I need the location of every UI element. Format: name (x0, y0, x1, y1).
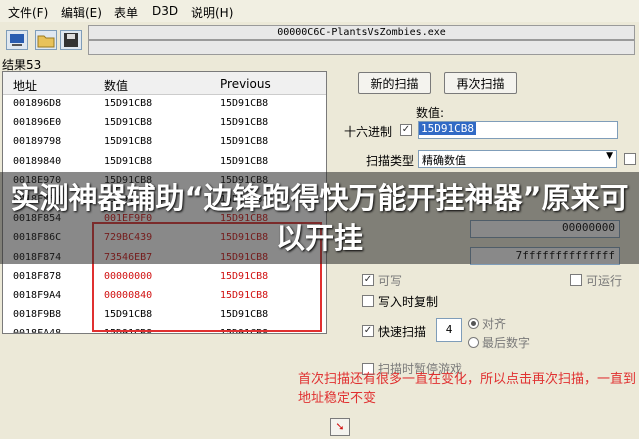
row-value: 15D91CB8 (104, 136, 153, 148)
arrow-icon: ➘ (335, 420, 345, 433)
save-button[interactable] (60, 30, 82, 50)
value-input[interactable]: 15D91CB8 (418, 121, 618, 139)
table-row[interactable]: 001896D8 15D91CB8 15D91CB8 (3, 95, 326, 114)
scan-type-label: 扫描类型 (366, 154, 415, 168)
menu-help[interactable]: 说明(H) (191, 4, 233, 21)
next-scan-button[interactable]: 再次扫描 (444, 72, 517, 94)
folder-icon (37, 35, 55, 48)
value-label: 数值: (416, 106, 445, 120)
row-address: 0018F878 (13, 270, 62, 282)
menu-edit[interactable]: 编辑(E) (61, 4, 102, 21)
row-address: 0018F9A4 (13, 290, 62, 301)
chevron-down-icon: ▼ (606, 151, 613, 161)
row-address: 0018F9B8 (13, 309, 62, 321)
writable-checkbox[interactable]: ✓ (362, 274, 374, 286)
scan-progress-bar (88, 40, 635, 55)
list-header: 地址 数值 Previous (3, 72, 326, 95)
hex-checkbox[interactable]: ✓ (400, 124, 412, 136)
open-file-button[interactable] (35, 30, 57, 50)
floppy-icon (64, 33, 78, 47)
process-title: 00000C6C-PlantsVsZombies.exe (88, 25, 635, 40)
new-scan-button[interactable]: 新的扫描 (358, 72, 431, 94)
computer-icon (10, 34, 24, 46)
row-address: 001896E0 (13, 117, 62, 129)
extra-checkbox[interactable] (624, 153, 636, 165)
column-address[interactable]: 地址 (13, 77, 37, 94)
table-row[interactable]: 001896E0 15D91CB8 15D91CB8 (3, 114, 326, 133)
row-previous: 15D91CB8 (220, 98, 269, 109)
row-value: 15D91CB8 (104, 98, 153, 109)
fast-scan-label: 快速扫描 (378, 325, 427, 339)
row-address: 00189798 (13, 136, 62, 148)
executable-label: 可运行 (586, 274, 623, 288)
table-row[interactable]: 00189798 15D91CB8 15D91CB8 (3, 133, 326, 152)
row-previous: 15D91CB8 (220, 155, 269, 167)
row-previous: 15D91CB8 (220, 136, 269, 148)
align-radio[interactable] (468, 318, 479, 329)
banner-title: 实测神器辅助“边锋跑得快万能开挂神器”原来可以开挂 (10, 181, 629, 255)
align-label: 对齐 (482, 317, 507, 331)
row-value: 15D91CB8 (104, 117, 153, 129)
last-digits-radio[interactable] (468, 337, 479, 348)
column-previous[interactable]: Previous (220, 77, 271, 91)
row-address: 0018FA48 (13, 328, 62, 334)
writable-label: 可写 (378, 274, 403, 288)
pointer-tool-button[interactable]: ➘ (330, 418, 350, 436)
copy-on-write-label: 写入时复制 (378, 295, 439, 309)
column-value[interactable]: 数值 (104, 77, 128, 94)
menu-bar: 文件(F) 编辑(E) 表单 D3D 说明(H) (0, 0, 639, 23)
menu-d3d[interactable]: D3D (152, 4, 178, 18)
fast-scan-checkbox[interactable]: ✓ (362, 325, 374, 337)
hex-label: 十六进制 (344, 125, 393, 139)
row-address: 001896D8 (13, 98, 62, 109)
table-row[interactable]: 00189840 15D91CB8 15D91CB8 (3, 153, 326, 172)
row-previous: 15D91CB8 (220, 117, 269, 129)
menu-file[interactable]: 文件(F) (8, 4, 48, 21)
scan-type-select[interactable]: 精确数值 ▼ (418, 150, 617, 168)
executable-checkbox[interactable] (570, 274, 582, 286)
fast-scan-value[interactable]: 4 (436, 318, 462, 342)
copy-on-write-checkbox[interactable] (362, 295, 374, 307)
row-address: 00189840 (13, 155, 62, 167)
annotation-note: 首次扫描还有很多一直在变化，所以点击再次扫描，一直到地址稳定不变 (298, 372, 637, 406)
last-digits-label: 最后数字 (482, 336, 531, 350)
menu-table[interactable]: 表单 (114, 4, 138, 21)
row-value: 15D91CB8 (104, 155, 153, 167)
open-process-button[interactable] (6, 30, 28, 50)
